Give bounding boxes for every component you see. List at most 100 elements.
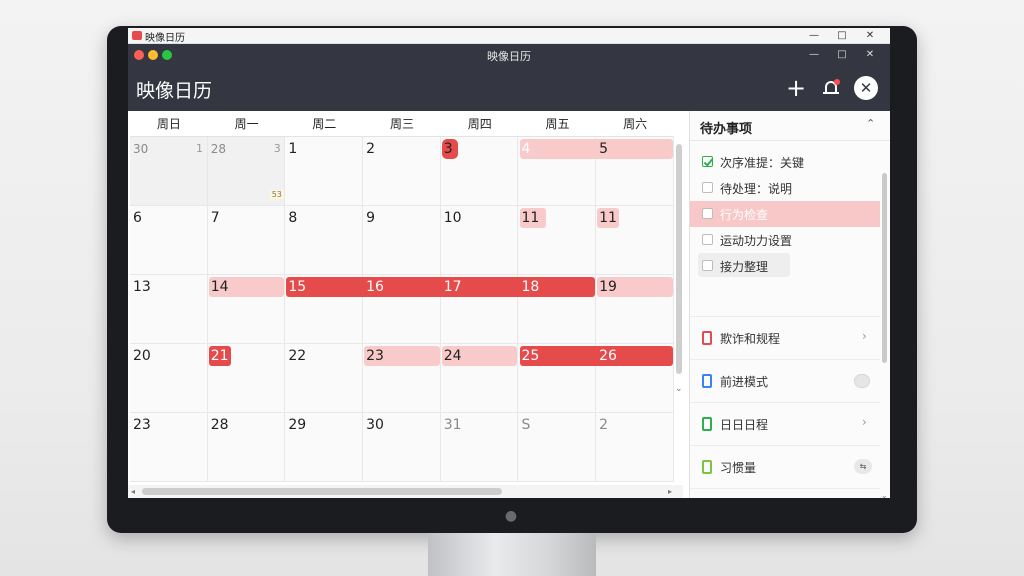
- calendar-list-item[interactable]: 日日日程 ›: [690, 402, 880, 444]
- day-cell[interactable]: 10: [440, 206, 519, 275]
- day-number: 28: [210, 417, 229, 433]
- todo-item[interactable]: 行为检查: [690, 201, 880, 227]
- day-cell[interactable]: 29: [285, 413, 364, 482]
- day-cell[interactable]: S: [518, 413, 597, 482]
- calendar-list-item[interactable]: 习惯量 ⇆: [690, 445, 880, 487]
- notifications-bell-icon[interactable]: [819, 76, 843, 100]
- day-cell[interactable]: 2: [596, 413, 674, 482]
- todo-label: 接力整理: [720, 260, 769, 274]
- close-panel-button[interactable]: ✕: [854, 76, 878, 100]
- scroll-down-icon[interactable]: ⌄: [675, 384, 683, 394]
- calendar-list-item[interactable]: 欺诈和规程 ›: [690, 316, 880, 358]
- event-bar[interactable]: [519, 139, 673, 159]
- todo-checkbox[interactable]: [702, 234, 713, 245]
- scroll-left-icon[interactable]: ◂: [131, 485, 135, 498]
- day-number: 2: [599, 417, 609, 433]
- day-cell[interactable]: 31: [440, 413, 519, 482]
- day-number: 21: [210, 348, 229, 364]
- windows-titlebar: 映像日历 — □ ✕: [128, 28, 890, 44]
- weekday-label: 周四: [467, 117, 492, 131]
- todo-item[interactable]: 次序准提：关键: [690, 149, 880, 175]
- add-event-button[interactable]: +: [784, 76, 808, 100]
- day-cell[interactable]: 20: [130, 344, 208, 413]
- day-cell[interactable]: 2: [363, 137, 441, 206]
- chevron-right-icon[interactable]: ›: [862, 415, 867, 429]
- day-number: 8: [288, 210, 298, 226]
- day-cell[interactable]: 30 1: [130, 137, 208, 206]
- chevron-up-icon[interactable]: ⌃: [866, 117, 875, 130]
- event-count-chip[interactable]: 53: [269, 190, 284, 199]
- calendar-list-item[interactable]: 前进模式: [690, 359, 880, 401]
- weekday-label: 周五: [545, 117, 570, 131]
- day-cell[interactable]: 8: [285, 206, 364, 275]
- calendar-vertical-scrollbar[interactable]: ⌄: [675, 138, 683, 408]
- event-bar[interactable]: [519, 346, 673, 366]
- day-number: 31: [443, 417, 462, 433]
- panel-scrollbar[interactable]: [882, 173, 887, 363]
- day-number: 14: [210, 279, 229, 295]
- todo-item[interactable]: 运动功力设置: [690, 227, 880, 253]
- todo-checkbox[interactable]: [702, 208, 713, 219]
- scrollbar-thumb[interactable]: [142, 488, 502, 495]
- close-window-button[interactable]: ✕: [856, 28, 884, 44]
- day-number: 25: [521, 348, 540, 364]
- calendar-color-icon: [702, 331, 712, 345]
- day-number: 4: [521, 141, 531, 157]
- day-cell[interactable]: 9: [363, 206, 441, 275]
- day-number: 30: [133, 142, 149, 156]
- day-number: 30: [366, 417, 384, 433]
- day-number: S: [521, 417, 531, 433]
- notification-badge: [834, 79, 840, 85]
- todo-item[interactable]: 接力整理: [690, 253, 880, 279]
- day-number: 11: [599, 210, 617, 226]
- app-title: 映像日历: [136, 80, 213, 102]
- calendar-week-row: 6 7 8 9 10 11 11: [130, 206, 674, 275]
- todo-checkbox[interactable]: [702, 260, 713, 271]
- day-cell[interactable]: 13: [130, 275, 208, 344]
- scrollbar-thumb[interactable]: [676, 144, 682, 374]
- day-cell[interactable]: 1: [285, 137, 364, 206]
- calendar-color-icon: [702, 460, 712, 474]
- chevron-right-icon[interactable]: ›: [862, 329, 867, 343]
- day-number: 1: [288, 141, 298, 157]
- minimize-button[interactable]: —: [800, 28, 828, 44]
- day-cell[interactable]: 28: [207, 413, 286, 482]
- day-cell[interactable]: 11: [596, 206, 674, 275]
- mac-minimize-button[interactable]: —: [800, 44, 828, 66]
- month-calendar: 周日 周一 周二 周三 周四 周五 周六 30 1 28 3 53 1 2 3 4 5 6 7 8 9 10…: [130, 111, 676, 498]
- day-cell[interactable]: 22: [285, 344, 364, 413]
- visibility-toggle[interactable]: [854, 374, 870, 388]
- day-number: 28: [210, 142, 226, 156]
- mac-maximize-button[interactable]: □: [828, 44, 856, 66]
- calendar-week-row: 13 14 15 16 17 18 19: [130, 275, 674, 344]
- day-cell[interactable]: 6: [130, 206, 208, 275]
- todo-checkbox[interactable]: [702, 182, 713, 193]
- day-number: 15: [288, 279, 307, 295]
- day-cell[interactable]: 23: [130, 413, 208, 482]
- todo-item[interactable]: 待处理：说明: [690, 175, 880, 201]
- day-number: 3: [443, 141, 453, 157]
- day-number: 19: [599, 279, 617, 295]
- day-cell[interactable]: 7: [207, 206, 286, 275]
- day-number: 9: [366, 210, 375, 226]
- calendar-list-item[interactable]: 春节 了›: [690, 488, 880, 498]
- day-number: 11: [521, 210, 540, 226]
- day-cell[interactable]: 11: [518, 206, 597, 275]
- day-cell[interactable]: 21: [207, 344, 286, 413]
- day-cell[interactable]: 3: [440, 137, 519, 206]
- window-title: 映像日历: [145, 33, 185, 44]
- mac-close-button[interactable]: ✕: [856, 44, 884, 66]
- day-number: 17: [443, 279, 462, 295]
- calendar-horizontal-scrollbar[interactable]: ◂ ▸: [128, 485, 683, 498]
- maximize-button[interactable]: □: [828, 28, 856, 44]
- calendar-label: 日日日程: [720, 418, 769, 432]
- todo-checkbox[interactable]: [702, 156, 713, 167]
- day-cell[interactable]: 28 3 53: [207, 137, 286, 206]
- day-cell[interactable]: 30: [363, 413, 441, 482]
- event-bar[interactable]: [286, 277, 596, 297]
- sync-icon[interactable]: ⇆: [854, 459, 872, 474]
- todo-section-header[interactable]: 待办事项 ⌃: [690, 111, 890, 141]
- scroll-right-icon[interactable]: ▸: [668, 485, 672, 498]
- apple-logo-icon: ●: [504, 508, 518, 524]
- panel-scroll-down-icon[interactable]: ⌄: [881, 491, 888, 498]
